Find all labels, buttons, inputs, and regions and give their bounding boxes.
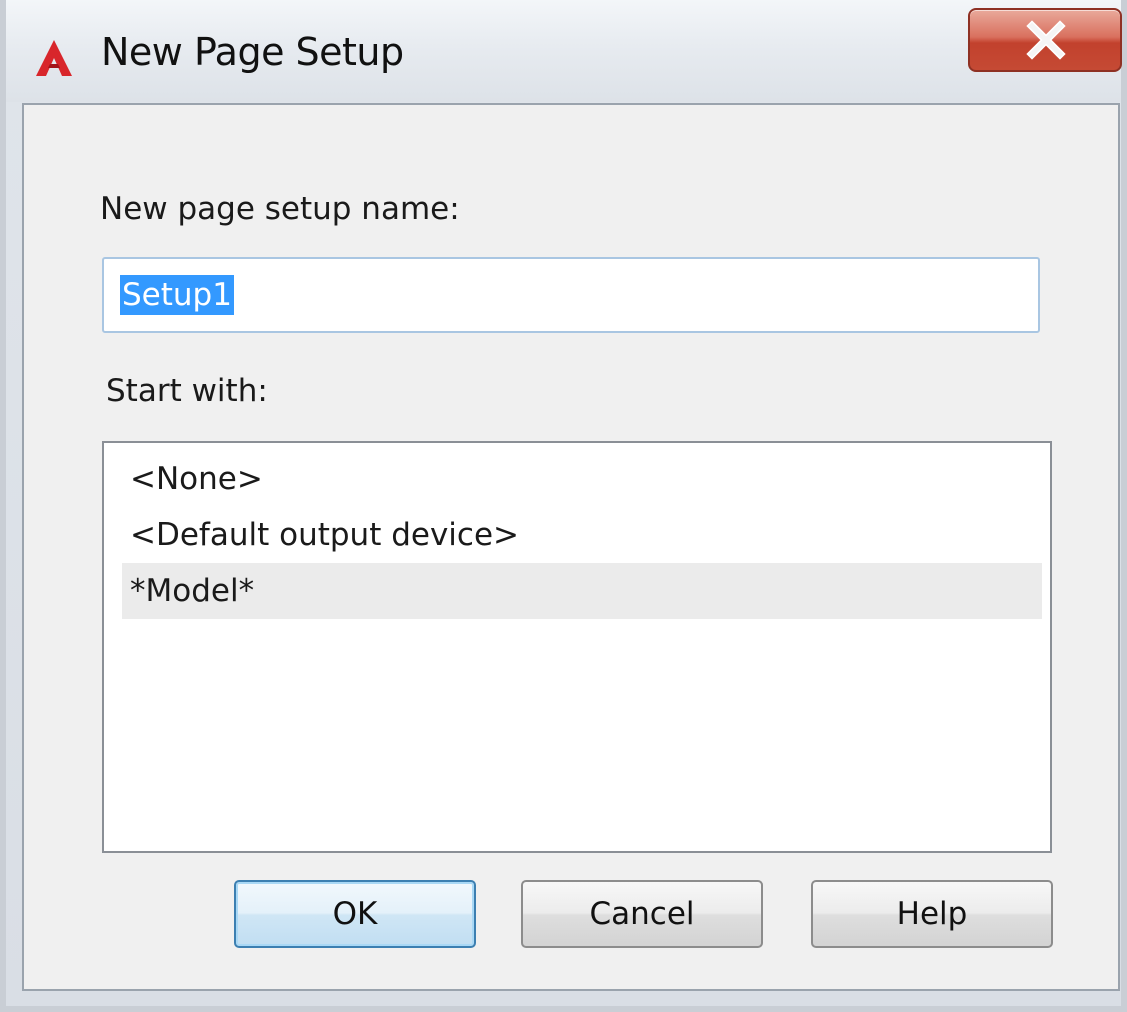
list-item-model[interactable]: *Model*	[122, 563, 1042, 619]
list-item-none[interactable]: <None>	[122, 451, 1042, 507]
autocad-logo-icon	[36, 40, 72, 76]
start-with-list[interactable]: <None> <Default output device> *Model*	[102, 441, 1052, 853]
start-with-label: Start with:	[106, 373, 268, 409]
window-title: New Page Setup	[101, 30, 404, 74]
dialog-body: New page setup name: Setup1 Start with: …	[22, 103, 1120, 991]
close-button[interactable]	[968, 8, 1122, 72]
ok-button[interactable]: OK	[234, 880, 476, 948]
help-button[interactable]: Help	[811, 880, 1053, 948]
title-bar[interactable]: New Page Setup	[6, 0, 1122, 102]
page-setup-name-value[interactable]: Setup1	[120, 275, 234, 315]
list-item-default-output-device[interactable]: <Default output device>	[122, 507, 1042, 563]
page-setup-name-input[interactable]: Setup1	[102, 257, 1040, 333]
cancel-button[interactable]: Cancel	[521, 880, 763, 948]
close-icon	[1026, 20, 1066, 60]
new-page-setup-dialog: New Page Setup New page setup name: Setu…	[0, 0, 1127, 1012]
page-setup-name-label: New page setup name:	[100, 191, 460, 227]
